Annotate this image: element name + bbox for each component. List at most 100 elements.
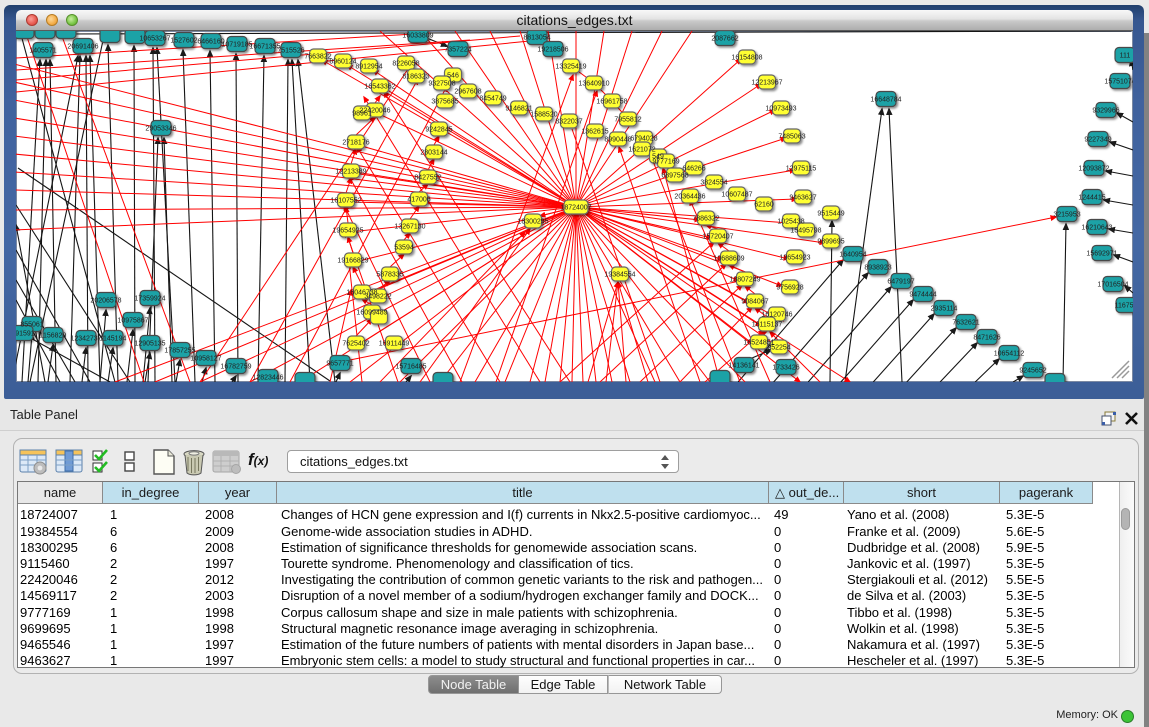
svg-text:8912954: 8912954 [355, 64, 382, 71]
svg-text:8226058: 8226058 [392, 61, 419, 68]
svg-text:1588520: 1588520 [530, 112, 557, 119]
svg-text:7625402: 7625402 [342, 341, 369, 348]
svg-text:16671355: 16671355 [249, 44, 280, 51]
svg-text:10653267: 10653267 [139, 36, 170, 43]
svg-text:19218506: 19218506 [537, 47, 568, 54]
svg-text:15751074: 15751074 [1104, 79, 1133, 86]
svg-text:7357224: 7357224 [444, 47, 471, 54]
svg-text:8960124: 8960124 [329, 59, 356, 66]
svg-text:18724007: 18724007 [560, 205, 591, 212]
svg-text:9657771: 9657771 [326, 361, 353, 368]
svg-text:8322037: 8322037 [555, 119, 582, 126]
svg-text:1244415: 1244415 [1078, 195, 1105, 202]
svg-text:53594: 53594 [394, 245, 414, 252]
svg-text:17359924: 17359924 [134, 296, 165, 303]
svg-text:12823446: 12823446 [252, 375, 283, 382]
svg-text:1621072: 1621072 [628, 147, 655, 154]
svg-text:6794028: 6794028 [630, 136, 657, 143]
svg-text:10607487: 10607487 [721, 192, 752, 199]
svg-text:5878335: 5878335 [376, 272, 403, 279]
svg-text:8186323: 8186323 [402, 74, 429, 81]
svg-text:9242845: 9242845 [425, 127, 452, 134]
svg-text:20206578: 20206578 [90, 298, 121, 305]
svg-text:10975867: 10975867 [117, 318, 148, 325]
svg-text:12093872: 12093872 [1078, 166, 1109, 173]
svg-text:252254: 252254 [767, 345, 790, 352]
svg-text:18807249: 18807249 [729, 277, 760, 284]
svg-text:9329966: 9329966 [1092, 108, 1119, 115]
svg-text:6897568: 6897568 [661, 173, 688, 180]
svg-text:15495798: 15495798 [790, 228, 821, 235]
svg-text:7663822: 7663822 [304, 54, 331, 61]
svg-text:1156829: 1156829 [40, 333, 67, 340]
svg-text:98961: 98961 [352, 111, 372, 118]
svg-text:3875685: 3875685 [431, 99, 458, 106]
svg-text:646266: 646266 [682, 166, 705, 173]
svg-text:13640910: 13640910 [578, 81, 609, 88]
svg-text:9146821: 9146821 [505, 106, 532, 113]
svg-text:8990448: 8990448 [604, 137, 631, 144]
svg-text:18300295: 18300295 [517, 219, 548, 226]
svg-text:16115137: 16115137 [752, 322, 783, 329]
svg-text:1145194: 1145194 [100, 336, 127, 343]
svg-text:9899695: 9899695 [817, 239, 844, 246]
svg-text:10973493: 10973493 [765, 106, 796, 113]
svg-text:12213389: 12213389 [335, 169, 366, 176]
svg-text:19654925: 19654925 [332, 228, 363, 235]
svg-text:1640954: 1640954 [839, 252, 866, 259]
svg-text:13325419: 13325419 [555, 64, 586, 71]
svg-text:111: 111 [1120, 53, 1131, 60]
svg-text:3215953: 3215953 [1053, 212, 1080, 219]
svg-text:16099489: 16099489 [356, 310, 387, 317]
svg-text:3498222: 3498222 [364, 294, 391, 301]
svg-text:7485063: 7485063 [778, 134, 805, 141]
svg-text:546: 546 [447, 73, 459, 80]
svg-text:7632621: 7632621 [952, 320, 979, 327]
svg-text:417006: 417006 [407, 197, 430, 204]
svg-text:8938923: 8938923 [864, 265, 891, 272]
svg-text:2967608: 2967608 [454, 89, 481, 96]
svg-text:29053346: 29053346 [145, 126, 176, 133]
svg-text:1362615: 1362615 [581, 129, 608, 136]
svg-text:12975115: 12975115 [786, 166, 817, 173]
svg-text:16120746: 16120746 [761, 312, 792, 319]
svg-text:19166829: 19166829 [337, 258, 368, 265]
svg-text:62160: 62160 [754, 202, 774, 209]
svg-text:2087662: 2087662 [711, 36, 738, 43]
svg-text:10688609: 10688609 [713, 256, 744, 263]
svg-text:16107552: 16107552 [330, 198, 361, 205]
svg-text:8454749: 8454749 [479, 96, 506, 103]
svg-text:20691406: 20691406 [67, 44, 98, 51]
svg-text:15692971: 15692971 [1086, 251, 1117, 258]
svg-text:6479197: 6479197 [887, 279, 914, 286]
svg-text:19384554: 19384554 [604, 272, 635, 279]
svg-text:7886322: 7886322 [692, 216, 719, 223]
svg-text:9084067: 9084067 [741, 299, 768, 306]
svg-text:19654923: 19654923 [779, 255, 810, 262]
svg-text:16543362: 16543362 [364, 84, 395, 91]
svg-text:13267130: 13267130 [394, 224, 425, 231]
svg-text:9474444: 9474444 [909, 292, 936, 299]
svg-text:2803144: 2803144 [420, 150, 447, 157]
svg-text:391591: 391591 [16, 331, 35, 338]
svg-text:1025438: 1025438 [777, 219, 804, 226]
svg-text:3824554: 3824554 [700, 180, 727, 187]
svg-text:16154808: 16154808 [731, 55, 762, 62]
svg-text:9777169: 9777169 [652, 159, 679, 166]
svg-text:15716485: 15716485 [395, 364, 426, 371]
svg-text:855061: 855061 [20, 322, 43, 329]
svg-text:14136141: 14136141 [728, 363, 759, 370]
svg-text:16210643: 16210643 [1081, 225, 1112, 232]
svg-text:1527602: 1527602 [170, 38, 197, 45]
svg-text:16648784: 16648784 [870, 97, 901, 104]
svg-text:12342737: 12342737 [70, 336, 101, 343]
svg-text:17857255: 17857255 [164, 348, 195, 355]
svg-text:1405571: 1405571 [29, 48, 56, 55]
svg-text:9245652: 9245652 [1019, 368, 1046, 375]
svg-text:8471626: 8471626 [973, 335, 1000, 342]
svg-text:8813054: 8813054 [523, 35, 550, 42]
svg-text:2718176: 2718176 [342, 140, 369, 147]
svg-text:16961758: 16961758 [596, 99, 627, 106]
svg-text:12213967: 12213967 [751, 80, 782, 87]
svg-text:17016504: 17016504 [1097, 282, 1128, 289]
